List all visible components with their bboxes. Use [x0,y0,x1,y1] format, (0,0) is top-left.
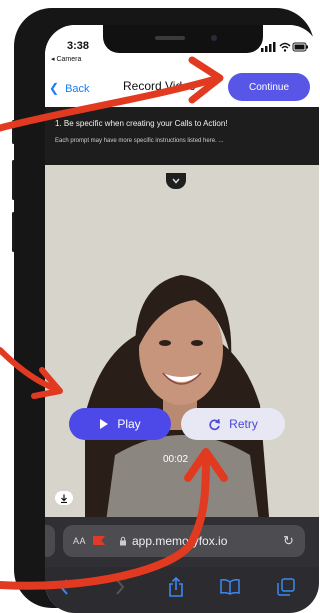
prompt-instructions: Each prompt may have more specific instr… [55,138,224,144]
retry-button[interactable]: Retry [181,408,285,440]
front-camera [211,35,217,41]
browser-toolbar [45,567,319,613]
battery-icon [292,42,308,52]
reload-icon[interactable]: ↻ [283,533,294,549]
notch [103,25,263,53]
back-label: Back [65,83,90,95]
previous-tab-preview[interactable] [45,525,55,557]
chevron-left-icon: ❮ [49,81,60,95]
status-time: 3:38 [67,40,90,52]
retry-label: Retry [229,417,258,431]
wifi-icon [279,42,291,52]
phone-frame: 3:38 ◂ Camera ❮ Back Record Video Continu… [14,8,319,613]
play-label: Play [117,417,141,431]
browser-forward-button[interactable] [109,577,131,597]
tabs-icon [277,578,295,596]
book-icon [220,579,240,595]
recording-timer: 00:02 [163,454,189,465]
signal-icon [261,42,276,52]
download-icon [61,494,67,503]
speaker-grille [155,36,185,40]
play-button[interactable]: Play [69,408,171,440]
video-preview[interactable] [45,165,319,529]
text-size-button[interactable]: AA [73,536,86,546]
lock-icon [120,536,126,546]
status-bar: 3:38 ◂ Camera [45,25,319,67]
url-text: app.memoryfox.io [132,534,228,548]
navigation-bar: ❮ Back Record Video Continue [45,67,319,107]
status-icons [261,42,308,52]
recorded-person-image [45,165,319,529]
phone-screen: 3:38 ◂ Camera ❮ Back Record Video Continu… [45,25,319,613]
chevron-right-icon [116,579,125,595]
page-title: Record Video [123,79,196,93]
share-button[interactable] [165,577,187,597]
chevron-left-icon [59,579,68,595]
chevron-down-icon [172,178,180,184]
back-to-camera-link[interactable]: ◂ Camera [51,55,81,63]
prompt-title: 1. Be specific when creating your Calls … [55,119,228,128]
download-button[interactable] [55,491,73,505]
browser-back-button[interactable] [53,577,75,597]
back-button[interactable]: ❮ Back [49,81,90,95]
address-bar[interactable]: AA app.memoryfox.io ↻ [63,525,305,557]
browser-url-area: AA app.memoryfox.io ↻ [45,517,319,567]
continue-button[interactable]: Continue [228,73,310,101]
play-icon [100,419,109,429]
recording-flag-icon [93,536,105,545]
bookmarks-button[interactable] [219,577,241,597]
prompt-banner: 1. Be specific when creating your Calls … [45,107,319,165]
refresh-icon [209,418,221,430]
share-icon [169,577,183,597]
tabs-button[interactable] [275,577,297,597]
expand-prompt-button[interactable] [166,173,186,189]
